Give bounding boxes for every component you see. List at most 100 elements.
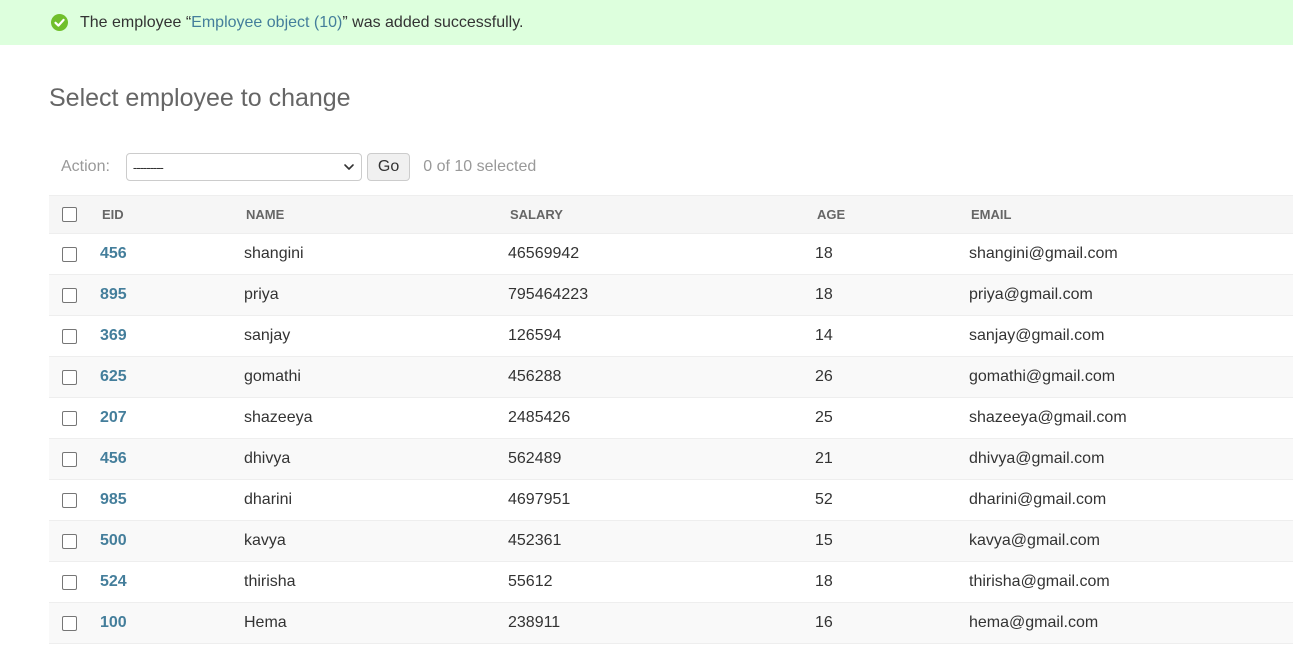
employee-object-link[interactable]: Employee object (10) (191, 14, 342, 31)
age-cell: 18 (815, 573, 833, 590)
salary-cell: 55612 (508, 573, 553, 590)
salary-cell: 126594 (508, 327, 562, 344)
row-checkbox-cell (62, 398, 77, 438)
eid-cell: 895 (100, 275, 127, 315)
row-checkbox[interactable] (62, 410, 77, 426)
check-circle-icon (51, 14, 68, 31)
age-cell: 52 (815, 491, 833, 508)
table-row: 369 sanjay 126594 14 sanjay@gmail.com (49, 316, 1293, 357)
email-cell: shangini@gmail.com (969, 245, 1118, 262)
row-checkbox[interactable] (62, 574, 77, 590)
row-checkbox[interactable] (62, 533, 77, 549)
message-prefix: The employee “ (80, 13, 192, 31)
table-row: 895 priya 795464223 18 priya@gmail.com (49, 275, 1293, 316)
eid-link[interactable]: 207 (100, 409, 127, 427)
select-all-checkbox[interactable] (62, 207, 77, 222)
email-cell: gomathi@gmail.com (969, 368, 1116, 385)
age-cell: 18 (815, 286, 833, 303)
table-row: 500 kavya 452361 15 kavya@gmail.com (49, 521, 1293, 562)
email-cell: dhivya@gmail.com (969, 450, 1105, 467)
column-header-email[interactable]: EMAIL (971, 196, 1011, 233)
age-cell: 18 (815, 245, 833, 262)
salary-cell: 562489 (508, 450, 562, 467)
eid-link[interactable]: 369 (100, 327, 127, 345)
table-row: 985 dharini 4697951 52 dharini@gmail.com (49, 480, 1293, 521)
row-checkbox-cell (62, 275, 77, 315)
name-cell: gomathi (244, 368, 301, 385)
row-checkbox-cell (62, 480, 77, 520)
age-cell: 15 (815, 532, 833, 549)
eid-cell: 985 (100, 480, 127, 520)
salary-cell: 452361 (508, 532, 562, 549)
row-checkbox[interactable] (62, 369, 77, 385)
column-header-age[interactable]: AGE (817, 196, 845, 233)
salary-cell: 4697951 (508, 491, 571, 508)
action-select[interactable]: --------- (125, 153, 362, 181)
row-checkbox[interactable] (62, 328, 77, 344)
select-all-cell (62, 196, 77, 233)
age-cell: 16 (815, 614, 833, 631)
eid-cell: 456 (100, 234, 127, 274)
eid-link[interactable]: 456 (100, 450, 127, 468)
table-row: 625 gomathi 456288 26 gomathi@gmail.com (49, 357, 1293, 398)
column-header-salary[interactable]: SALARY (510, 196, 563, 233)
salary-cell: 456288 (508, 368, 562, 385)
eid-link[interactable]: 524 (100, 573, 127, 591)
eid-link[interactable]: 625 (100, 368, 127, 386)
message-suffix: ” was added successfully. (342, 13, 524, 31)
success-message: The employee “Employee object (10)” was … (0, 0, 1293, 45)
name-cell: dharini (244, 491, 293, 508)
salary-cell: 46569942 (508, 245, 580, 262)
table-header: EID NAME SALARY AGE EMAIL (49, 195, 1293, 234)
eid-cell: 369 (100, 316, 127, 356)
go-button[interactable]: Go (366, 153, 411, 181)
row-checkbox-cell (62, 603, 77, 643)
eid-cell: 500 (100, 521, 127, 561)
age-cell: 21 (815, 450, 833, 467)
row-checkbox[interactable] (62, 615, 77, 631)
name-cell: Hema (244, 614, 287, 631)
column-header-name[interactable]: NAME (246, 196, 284, 233)
email-cell: kavya@gmail.com (969, 532, 1100, 549)
table-row: 456 dhivya 562489 21 dhivya@gmail.com (49, 439, 1293, 480)
eid-cell: 100 (100, 603, 127, 643)
table-row: 100 Hema 238911 16 hema@gmail.com (49, 603, 1293, 644)
age-cell: 25 (815, 409, 833, 426)
table-row: 456 shangini 46569942 18 shangini@gmail.… (49, 234, 1293, 275)
eid-cell: 625 (100, 357, 127, 397)
email-cell: priya@gmail.com (969, 286, 1093, 303)
success-message-text: The employee “Employee object (10)” was … (80, 14, 523, 32)
email-cell: hema@gmail.com (969, 614, 1099, 631)
eid-link[interactable]: 895 (100, 286, 127, 304)
age-cell: 14 (815, 327, 833, 344)
row-checkbox[interactable] (62, 287, 77, 303)
row-checkbox-cell (62, 357, 77, 397)
table-row: 207 shazeeya 2485426 25 shazeeya@gmail.c… (49, 398, 1293, 439)
name-cell: shangini (244, 245, 304, 262)
action-select-value: --------- (132, 159, 164, 175)
selected-count: 0 of 10 selected (423, 158, 537, 175)
eid-link[interactable]: 456 (100, 245, 127, 263)
row-checkbox-cell (62, 562, 77, 602)
salary-cell: 2485426 (508, 409, 571, 426)
row-checkbox[interactable] (62, 492, 77, 508)
row-checkbox-cell (62, 521, 77, 561)
eid-cell: 456 (100, 439, 127, 479)
eid-link[interactable]: 500 (100, 532, 127, 550)
salary-cell: 795464223 (508, 286, 589, 303)
name-cell: priya (244, 286, 279, 303)
email-cell: sanjay@gmail.com (969, 327, 1105, 344)
row-checkbox[interactable] (62, 246, 77, 262)
chevron-down-icon (343, 161, 355, 173)
email-cell: shazeeya@gmail.com (969, 409, 1127, 426)
column-header-eid[interactable]: EID (102, 196, 124, 233)
name-cell: sanjay (244, 327, 291, 344)
results-table: EID NAME SALARY AGE EMAIL 456 shangini 4… (49, 195, 1293, 644)
age-cell: 26 (815, 368, 833, 385)
row-checkbox-cell (62, 316, 77, 356)
eid-link[interactable]: 100 (100, 614, 127, 632)
email-cell: dharini@gmail.com (969, 491, 1107, 508)
eid-link[interactable]: 985 (100, 491, 127, 509)
row-checkbox[interactable] (62, 451, 77, 467)
table-row: 524 thirisha 55612 18 thirisha@gmail.com (49, 562, 1293, 603)
